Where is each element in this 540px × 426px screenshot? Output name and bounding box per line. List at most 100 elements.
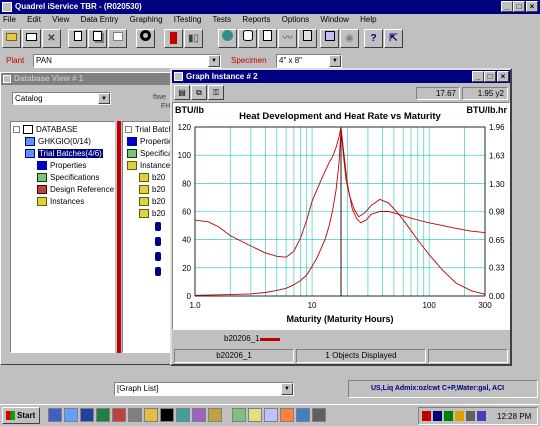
delete-icon[interactable]: ✕ bbox=[42, 29, 61, 48]
menu-reports[interactable]: Reports bbox=[242, 15, 270, 24]
catalog-dropdown-icon[interactable]: ▼ bbox=[98, 93, 110, 104]
tray-icon-1[interactable] bbox=[422, 411, 431, 421]
tree2-item-specifications[interactable]: Specificat bbox=[127, 149, 175, 159]
tree-item-specifications[interactable]: Specifications bbox=[37, 173, 99, 183]
print-icon[interactable] bbox=[22, 29, 41, 48]
quick-launch-icon-5[interactable] bbox=[112, 408, 126, 422]
tree2-item-batch-1[interactable]: b20 bbox=[139, 173, 165, 183]
bar-chart-icon[interactable]: ▐▌ bbox=[164, 29, 183, 48]
specifications-icon bbox=[127, 149, 137, 159]
tree-item-properties[interactable]: Properties bbox=[37, 161, 86, 171]
quick-launch-icon-12[interactable] bbox=[232, 408, 246, 422]
graph-print-icon[interactable]: ▤ bbox=[174, 85, 190, 100]
status-text: 1 Objects Displayed bbox=[296, 349, 426, 363]
quick-launch-icon-15[interactable] bbox=[280, 408, 294, 422]
tray-icon-4[interactable] bbox=[455, 411, 464, 421]
menu-graphing[interactable]: Graphing bbox=[130, 15, 163, 24]
graph-minimize-button[interactable]: _ bbox=[472, 71, 484, 82]
specimen-select[interactable]: 4" x 8" ▼ bbox=[276, 54, 342, 68]
eye-icon[interactable]: ◉ bbox=[340, 29, 359, 48]
pane-splitter[interactable] bbox=[117, 121, 121, 353]
graph-tool-icon[interactable]: 〰 bbox=[278, 29, 297, 48]
paste-icon[interactable] bbox=[88, 29, 107, 48]
y-right-tick-label: 0.33 bbox=[489, 264, 505, 273]
graph-close-button[interactable]: × bbox=[497, 71, 509, 82]
help-icon[interactable]: ? bbox=[364, 29, 383, 48]
database-icon[interactable] bbox=[238, 29, 257, 48]
quick-launch-icon-9[interactable] bbox=[176, 408, 190, 422]
mdi-right-strip bbox=[516, 72, 540, 364]
refresh-icon[interactable] bbox=[136, 29, 155, 48]
tree2-item-instances[interactable]: Instance bbox=[127, 161, 170, 171]
quick-launch-icon-11[interactable] bbox=[208, 408, 222, 422]
close-button[interactable]: × bbox=[526, 1, 538, 12]
pointer-help-icon[interactable]: ⇱ bbox=[384, 29, 403, 48]
tree-item-instances[interactable]: Instances bbox=[37, 197, 84, 207]
graph-list-select[interactable]: [Graph List] ▼ bbox=[114, 382, 294, 396]
quick-launch-icon-8[interactable] bbox=[160, 408, 174, 422]
tree-item-trial-batches[interactable]: Trial Batches(4/6) bbox=[25, 149, 103, 159]
tree-item-ghkgio[interactable]: GHKGIO(0/14) bbox=[25, 137, 91, 147]
excel-icon[interactable] bbox=[96, 408, 110, 422]
graph-window-title: Graph Instance # 2 bbox=[186, 72, 258, 81]
globe-icon[interactable] bbox=[218, 29, 237, 48]
graph-window: Graph Instance # 2 _ □ × ▤ ⧉ ⚿ 17.67 1.9… bbox=[170, 68, 512, 366]
quick-launch-icon-1[interactable] bbox=[48, 408, 62, 422]
graph-maximize-button[interactable]: □ bbox=[484, 71, 496, 82]
minus-box-icon[interactable] bbox=[13, 126, 20, 134]
column-chart-icon[interactable]: ▮▯ bbox=[184, 29, 203, 48]
quick-launch-icon-10[interactable] bbox=[192, 408, 206, 422]
y-left-tick-label: 60 bbox=[182, 208, 191, 217]
menu-window[interactable]: Window bbox=[320, 15, 348, 24]
menu-file[interactable]: File bbox=[3, 15, 16, 24]
properties-icon[interactable] bbox=[108, 29, 127, 48]
calculator-icon[interactable] bbox=[298, 29, 317, 48]
tree-item-database[interactable]: DATABASE bbox=[13, 125, 78, 135]
quick-launch-icon-13[interactable] bbox=[248, 408, 262, 422]
menu-data-entry[interactable]: Data Entry bbox=[81, 15, 119, 24]
tray-icon-5[interactable] bbox=[466, 411, 475, 421]
key-icon[interactable]: ⚿ bbox=[208, 85, 224, 100]
open-folder-icon[interactable] bbox=[2, 29, 21, 48]
start-button[interactable]: Start bbox=[2, 407, 40, 424]
plant-value: PAN bbox=[36, 56, 52, 65]
quick-launch-icon-2[interactable] bbox=[64, 408, 78, 422]
maximize-button[interactable]: □ bbox=[513, 1, 525, 12]
clock: 12:28 PM bbox=[497, 412, 532, 421]
quick-launch-icon-14[interactable] bbox=[264, 408, 278, 422]
tree2-item-properties[interactable]: Propertie bbox=[127, 137, 172, 147]
menu-view[interactable]: View bbox=[52, 15, 69, 24]
tree-item-design-reference[interactable]: Design Reference bbox=[37, 185, 114, 195]
tray-icon-6[interactable] bbox=[477, 411, 486, 421]
quick-launch-icon-6[interactable] bbox=[128, 408, 142, 422]
graph-list-dropdown-icon[interactable]: ▼ bbox=[281, 383, 293, 395]
menu-itesting[interactable]: ITesting bbox=[174, 15, 202, 24]
quick-launch-icon-17[interactable] bbox=[312, 408, 326, 422]
menu-edit[interactable]: Edit bbox=[27, 15, 41, 24]
tray-icon-2[interactable] bbox=[433, 411, 442, 421]
quick-launch-icon-7[interactable] bbox=[144, 408, 158, 422]
tray-icon-3[interactable] bbox=[444, 411, 453, 421]
graph-window-title-bar[interactable]: Graph Instance # 2 _ □ × bbox=[172, 70, 510, 83]
tree2-item-batch-3[interactable]: b20 bbox=[139, 197, 165, 207]
menu-help[interactable]: Help bbox=[360, 15, 376, 24]
plant-dropdown-icon[interactable]: ▼ bbox=[208, 55, 220, 67]
specimen-label: Specimen bbox=[231, 56, 267, 65]
specimen-dropdown-icon[interactable]: ▼ bbox=[329, 55, 341, 67]
export-icon[interactable] bbox=[320, 29, 339, 48]
minimize-button[interactable]: _ bbox=[501, 1, 513, 12]
word-icon[interactable] bbox=[80, 408, 94, 422]
database-view-title-bar[interactable]: Database View # 1 bbox=[1, 73, 177, 85]
graph-copy-icon[interactable]: ⧉ bbox=[191, 85, 207, 100]
document-icon[interactable] bbox=[258, 29, 277, 48]
cylinder-icon bbox=[155, 252, 161, 261]
minus-box-icon[interactable] bbox=[125, 126, 132, 134]
plant-select[interactable]: PAN ▼ bbox=[33, 54, 221, 68]
tree2-item-batch-2[interactable]: b20 bbox=[139, 185, 165, 195]
copy-icon[interactable] bbox=[68, 29, 87, 48]
catalog-select[interactable]: Catalog ▼ bbox=[12, 92, 111, 105]
quick-launch-icon-16[interactable] bbox=[296, 408, 310, 422]
tree2-item-batch-4[interactable]: b20 bbox=[139, 209, 165, 219]
menu-options[interactable]: Options bbox=[282, 15, 310, 24]
menu-tests[interactable]: Tests bbox=[212, 15, 231, 24]
